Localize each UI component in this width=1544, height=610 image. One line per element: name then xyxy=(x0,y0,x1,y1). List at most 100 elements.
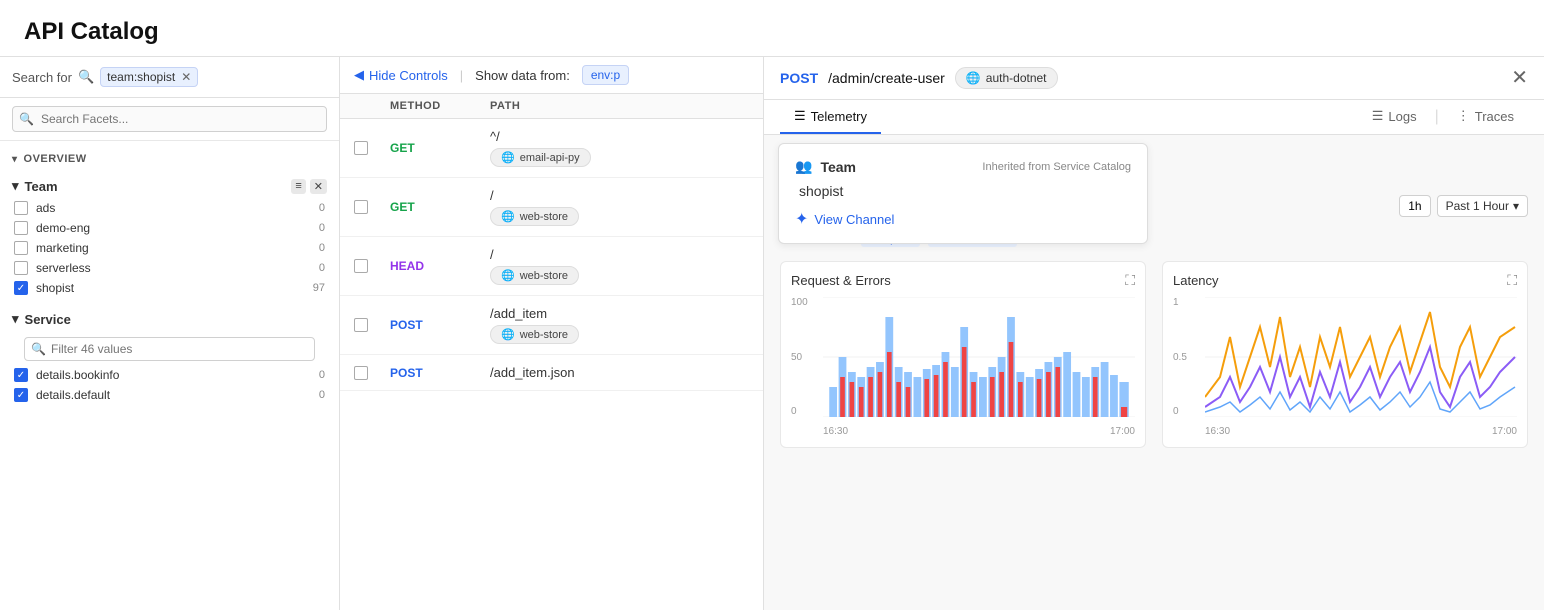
panel-close-button[interactable]: ✕ xyxy=(1511,68,1528,88)
service-group-header[interactable]: ▾ Service xyxy=(12,306,327,331)
y-0: 0 xyxy=(791,406,819,417)
method-get-1: GET xyxy=(390,141,490,155)
bar-chart-svg xyxy=(823,297,1135,417)
team-icon: 👥 xyxy=(795,158,812,175)
facet-search-icon: 🔍 xyxy=(19,112,34,126)
facet-item-details-bookinfo[interactable]: ✓ details.bookinfo 0 xyxy=(12,365,327,385)
tab-traces[interactable]: ⋮ Traces xyxy=(1443,100,1528,134)
facet-item-ads[interactable]: ads 0 xyxy=(12,198,327,218)
team-clear-btn[interactable]: ✕ xyxy=(310,179,327,194)
latency-chart: Latency ⛶ 1 0.5 0 xyxy=(1162,261,1528,448)
tooltip-title-text: Team xyxy=(820,159,856,175)
table-row[interactable]: POST /add_item 🌐 web-store xyxy=(340,296,763,355)
table-row[interactable]: POST /add_item.json xyxy=(340,355,763,391)
facet-checkbox-ads[interactable] xyxy=(14,201,28,215)
team-group-header[interactable]: ▾ Team ≡ ✕ xyxy=(12,173,327,198)
traces-label: Traces xyxy=(1475,109,1514,124)
globe-icon-2: 🌐 xyxy=(501,210,515,223)
view-channel-button[interactable]: ✦ View Channel xyxy=(795,209,894,229)
facet-item-serverless[interactable]: serverless 0 xyxy=(12,258,327,278)
service-tag-2: 🌐 web-store xyxy=(490,207,579,226)
logs-label: Logs xyxy=(1388,109,1416,124)
sidebar: Search for 🔍 team:shopist ✕ 🔍 ▾ xyxy=(0,57,340,610)
team-chevron: ▾ xyxy=(12,178,19,194)
facet-count-details-default: 0 xyxy=(319,389,325,401)
facet-item-demo-eng[interactable]: demo-eng 0 xyxy=(12,218,327,238)
overview-chevron: ▾ xyxy=(12,154,18,165)
expand-chart-1-icon[interactable]: ⛶ xyxy=(1125,272,1135,289)
facet-search-input[interactable] xyxy=(12,106,327,132)
facet-checkbox-serverless[interactable] xyxy=(14,261,28,275)
service-tag-4: 🌐 web-store xyxy=(490,325,579,344)
tab-telemetry[interactable]: ☰ Telemetry xyxy=(780,100,881,134)
globe-icon-1: 🌐 xyxy=(501,151,515,164)
table-rows: GET ^/ 🌐 email-api-py GET / xyxy=(340,119,763,610)
row-checkbox-4[interactable] xyxy=(354,318,368,332)
hide-controls-button[interactable]: ◀ Hide Controls xyxy=(354,67,448,83)
facet-item-shopist[interactable]: ✓ shopist 97 xyxy=(12,278,327,298)
search-tag[interactable]: team:shopist ✕ xyxy=(100,67,198,87)
table-row[interactable]: GET / 🌐 web-store xyxy=(340,178,763,237)
expand-chart-2-icon[interactable]: ⛶ xyxy=(1507,272,1517,289)
path-cell-3: / 🌐 web-store xyxy=(490,247,749,285)
row-checkbox-2[interactable] xyxy=(354,200,368,214)
search-tag-text: team:shopist xyxy=(107,70,175,84)
facet-item-details-default[interactable]: ✓ details.default 0 xyxy=(12,385,327,405)
row-checkbox-1[interactable] xyxy=(354,141,368,155)
traces-icon: ⋮ xyxy=(1457,108,1470,124)
service-filter-input[interactable] xyxy=(24,337,315,361)
right-panel: POST /admin/create-user 🌐 auth-dotnet ✕ … xyxy=(764,57,1544,610)
facet-checkbox-demo-eng[interactable] xyxy=(14,221,28,235)
path-text-2: / xyxy=(490,188,749,203)
table-row[interactable]: GET ^/ 🌐 email-api-py xyxy=(340,119,763,178)
service-filter-icon: 🔍 xyxy=(31,342,46,356)
facet-label-details-bookinfo: details.bookinfo xyxy=(36,368,119,382)
lat-y-1: 1 xyxy=(1173,297,1201,308)
time-1h-button[interactable]: 1h xyxy=(1399,195,1430,217)
path-cell-1: ^/ 🌐 email-api-py xyxy=(490,129,749,167)
overview-label: OVERVIEW xyxy=(24,153,87,165)
lat-y-0: 0 xyxy=(1173,406,1201,417)
path-text-5: /add_item.json xyxy=(490,365,749,380)
facet-checkbox-shopist[interactable]: ✓ xyxy=(14,281,28,295)
path-cell-5: /add_item.json xyxy=(490,365,749,380)
search-bar: Search for 🔍 team:shopist ✕ xyxy=(0,57,339,98)
facet-label-demo-eng: demo-eng xyxy=(36,221,90,235)
x-label-1630: 16:30 xyxy=(823,426,848,437)
tab-logs[interactable]: ☰ Logs xyxy=(1358,100,1431,134)
facet-checkbox-marketing[interactable] xyxy=(14,241,28,255)
facet-checkbox-details-default[interactable]: ✓ xyxy=(14,388,28,402)
facet-item-marketing[interactable]: marketing 0 xyxy=(12,238,327,258)
facet-label-ads: ads xyxy=(36,201,55,215)
th-checkbox xyxy=(354,100,390,112)
panel-service-pill: 🌐 auth-dotnet xyxy=(955,67,1058,89)
latency-title: Latency xyxy=(1173,273,1219,288)
path-text-1: ^/ xyxy=(490,129,749,144)
search-tag-clear[interactable]: ✕ xyxy=(181,70,191,84)
panel-tabs: ☰ Telemetry ☰ Logs | ⋮ Traces xyxy=(764,100,1544,135)
latency-area: 1 0.5 0 xyxy=(1173,297,1517,437)
tab-separator: | xyxy=(1431,108,1443,126)
telemetry-label: Telemetry xyxy=(811,109,867,124)
time-dropdown[interactable]: Past 1 Hour ▾ xyxy=(1437,195,1528,217)
lat-y-05: 0.5 xyxy=(1173,352,1201,363)
center-content: ◀ Hide Controls | Show data from: env:p … xyxy=(340,57,764,610)
page-title: API Catalog xyxy=(24,18,1520,46)
panel-service-name: auth-dotnet xyxy=(986,71,1047,85)
y-axis-2: 1 0.5 0 xyxy=(1173,297,1201,417)
service-facet-group: ▾ Service 🔍 ✓ xyxy=(12,306,327,405)
line-chart-svg xyxy=(1205,297,1517,417)
panel-path-label: /admin/create-user xyxy=(828,70,945,86)
overview-section: ▾ OVERVIEW ▾ Team ≡ ✕ xyxy=(0,141,339,421)
table-header: METHOD PATH xyxy=(340,94,763,119)
method-head-3: HEAD xyxy=(390,259,490,273)
row-checkbox-5[interactable] xyxy=(354,366,368,380)
team-filter-btn[interactable]: ≡ xyxy=(291,179,305,194)
facet-checkbox-details-bookinfo[interactable]: ✓ xyxy=(14,368,28,382)
table-row[interactable]: HEAD / 🌐 web-store xyxy=(340,237,763,296)
service-filter: 🔍 xyxy=(12,331,327,365)
overview-header[interactable]: ▾ OVERVIEW xyxy=(12,149,327,173)
facet-label-shopist: shopist xyxy=(36,281,74,295)
service-name-1: email-api-py xyxy=(520,152,580,164)
row-checkbox-3[interactable] xyxy=(354,259,368,273)
